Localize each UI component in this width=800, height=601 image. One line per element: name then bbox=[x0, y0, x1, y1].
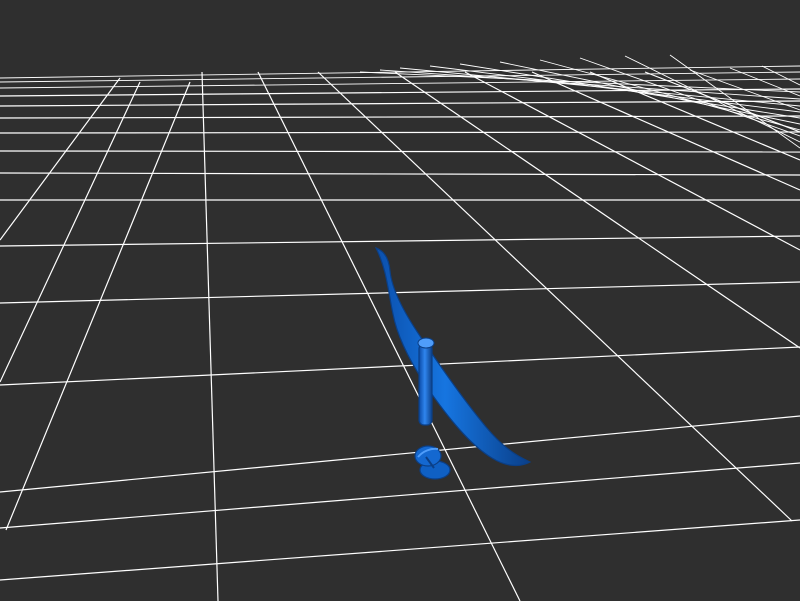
grid-line bbox=[0, 235, 800, 247]
grid-line bbox=[761, 65, 800, 86]
grid-line bbox=[0, 519, 800, 581]
scene-canvas[interactable] bbox=[0, 0, 800, 601]
grid-line bbox=[464, 71, 800, 251]
grid-line bbox=[0, 81, 141, 383]
grid-line bbox=[0, 131, 800, 134]
pin-top-cap bbox=[417, 337, 435, 349]
grid-line bbox=[539, 59, 800, 131]
grid-line bbox=[0, 346, 800, 386]
grid-line bbox=[0, 77, 121, 241]
grid-line bbox=[0, 150, 800, 153]
grid-line bbox=[0, 115, 800, 119]
grid-line bbox=[0, 415, 800, 493]
grid-line bbox=[0, 65, 800, 79]
grid-line bbox=[5, 81, 191, 531]
split-washer-object[interactable] bbox=[414, 445, 451, 480]
grid-line bbox=[0, 172, 800, 176]
grid-line bbox=[0, 100, 800, 107]
grid-line bbox=[0, 462, 800, 529]
3d-viewport[interactable] bbox=[0, 0, 800, 601]
vertical-pin-object[interactable] bbox=[418, 343, 433, 426]
grid-line bbox=[0, 281, 800, 304]
